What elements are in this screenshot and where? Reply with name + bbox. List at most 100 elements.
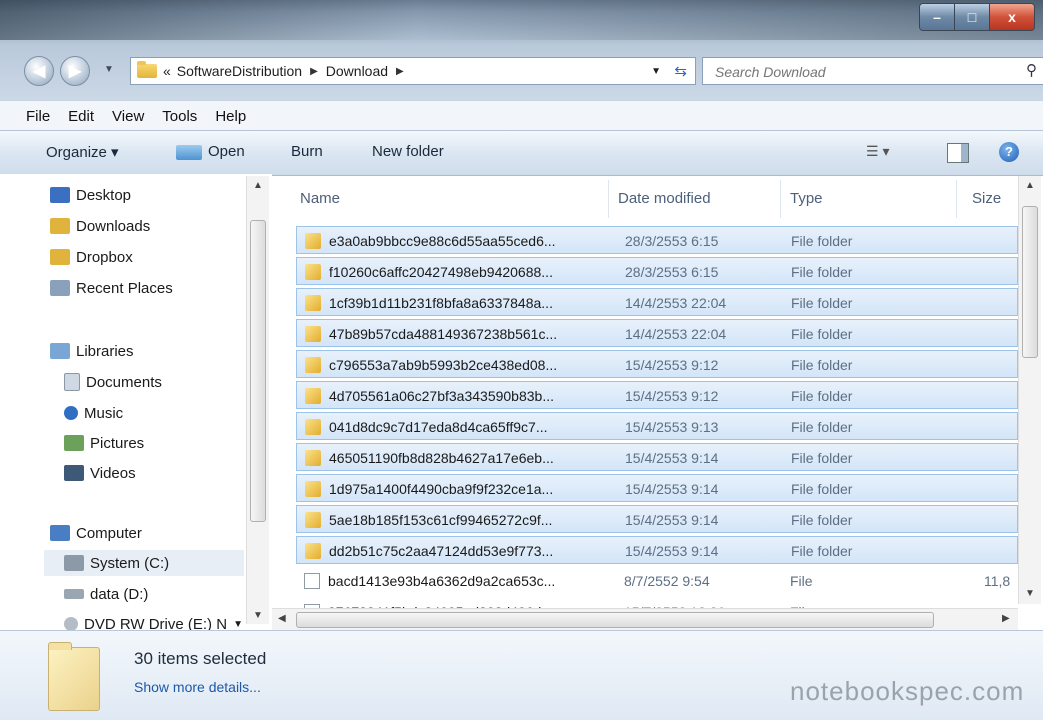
nav-item-dropbox[interactable]: Dropbox [50,244,133,270]
folder-icon [305,481,321,497]
nav-item-pictures[interactable]: Pictures [64,430,144,456]
nav-item-label: Videos [90,464,136,482]
nav-item-recent-places[interactable]: Recent Places [50,275,173,301]
menu-edit[interactable]: Edit [68,108,94,125]
nav-item-desktop[interactable]: Desktop [50,182,131,208]
file-row[interactable]: 5ae18b185f153c61cf99465272c9f... 15/4/255… [296,505,1018,533]
documents-icon [64,373,80,391]
file-list-vertical-scrollbar[interactable]: ▲ ▼ [1018,176,1041,604]
file-row[interactable]: 041d8dc9c7d17eda8d4ca65ff9c7... 15/4/2553… [296,412,1018,440]
file-type: File folder [791,357,853,373]
column-divider[interactable] [956,180,957,218]
downloads-folder-icon [50,218,70,234]
recent-pages-dropdown-icon[interactable]: ▼ [104,64,114,75]
nav-item-libraries[interactable]: Libraries [50,338,134,364]
file-row[interactable]: 465051190fb8d828b4627a17e6eb... 15/4/2553… [296,443,1018,471]
search-icon[interactable]: ⚲ [1026,61,1037,79]
burn-button[interactable]: Burn [291,143,323,160]
selection-folder-icon [48,642,100,711]
file-date: 14/4/2553 22:04 [625,295,727,311]
close-button[interactable]: x [989,4,1034,30]
nav-item-computer[interactable]: Computer [50,520,142,546]
scroll-down-icon[interactable]: ▼ [1025,588,1035,599]
file-row[interactable]: 4d705561a06c27bf3a343590b83b... 15/4/2553… [296,381,1018,409]
vertical-scrollbar-thumb[interactable] [1022,206,1038,358]
drive-c-icon [64,555,84,571]
scroll-right-icon[interactable]: ▶ [1002,613,1010,624]
file-row[interactable]: bacd1413e93b4a6362d9a2ca653c... 8/7/2552 … [296,567,1018,595]
folder-icon [305,326,321,342]
music-icon [64,406,78,420]
file-row[interactable]: f10260c6affc20427498eb9420688... 28/3/255… [296,257,1018,285]
open-button[interactable]: Open [176,143,245,160]
menu-tools[interactable]: Tools [162,108,197,125]
column-type[interactable]: Type [790,190,823,207]
menu-help[interactable]: Help [215,108,246,125]
file-row[interactable]: dd2b51c75c2aa47124dd53e9f773... 15/4/2553… [296,536,1018,564]
scroll-up-icon[interactable]: ▲ [253,180,263,191]
column-divider[interactable] [780,180,781,218]
file-date: 15/4/2553 9:13 [625,419,719,435]
file-list-horizontal-scrollbar[interactable]: ◀ ▶ [272,608,1018,631]
file-name: 4d705561a06c27bf3a343590b83b... [329,388,554,404]
maximize-button[interactable]: □ [954,4,989,30]
file-date: 15/4/2553 9:12 [625,388,719,404]
forward-button[interactable]: ▶ [60,56,90,86]
minimize-button[interactable]: – [920,4,954,30]
folder-icon [305,357,321,373]
nav-item-data-d[interactable]: data (D:) [64,581,148,607]
nav-item-system-c[interactable]: System (C:) [44,550,244,576]
nav-item-music[interactable]: Music [64,400,123,426]
breadcrumb-softwaredistribution[interactable]: SoftwareDistribution [177,63,302,79]
folder-icon [305,450,321,466]
nav-item-label: Downloads [76,217,151,235]
open-icon [176,144,202,160]
column-date-modified[interactable]: Date modified [618,190,711,207]
column-divider[interactable] [608,180,609,218]
breadcrumb-separator-icon[interactable]: ▶ [396,66,404,77]
navigation-pane: Desktop Downloads Dropbox Recent Places … [0,174,272,633]
file-row[interactable]: e3a0ab9bbcc9e88c6d55aa55ced6... 28/3/2553… [296,226,1018,254]
menu-view[interactable]: View [112,108,144,125]
selection-count: 30 items selected [134,649,267,668]
nav-item-downloads[interactable]: Downloads [50,213,150,239]
show-more-details-link[interactable]: Show more details... [134,679,261,695]
nav-item-label: Dropbox [76,248,133,266]
breadcrumb-download[interactable]: Download [326,63,388,79]
menu-file[interactable]: File [26,108,50,125]
scroll-up-icon[interactable]: ▲ [1025,180,1035,191]
pictures-icon [64,435,84,451]
horizontal-scrollbar-thumb[interactable] [296,612,934,628]
file-date: 15/4/2553 9:14 [625,512,719,528]
column-name[interactable]: Name [300,190,340,207]
menu-bar: File Edit View Tools Help [0,100,1043,131]
nav-pane-scrollbar[interactable]: ▲ ▼ [246,176,269,624]
back-button[interactable]: ◀ [24,56,54,86]
desktop-icon [50,187,70,203]
file-row[interactable]: 1cf39b1d11b231f8bfa8a6337848a... 14/4/255… [296,288,1018,316]
file-row[interactable]: 1d975a1400f4490cba9f9f232ce1a... 15/4/255… [296,474,1018,502]
scroll-left-icon[interactable]: ◀ [278,613,286,624]
refresh-icon[interactable]: ⇆ [674,62,687,80]
breadcrumb-separator-icon[interactable]: ▶ [310,66,318,77]
new-folder-button[interactable]: New folder [372,143,444,160]
nav-item-videos[interactable]: Videos [64,460,136,486]
column-size[interactable]: Size [972,190,1001,207]
file-type: File folder [791,481,853,497]
address-bar[interactable]: « SoftwareDistribution ▶ Download ▶ ▼ ⇆ [130,57,696,85]
nav-scroll-down-icon[interactable]: ▼ [233,619,243,630]
nav-item-label: data (D:) [90,585,149,603]
file-name: dd2b51c75c2aa47124dd53e9f773... [329,543,554,559]
breadcrumb-overflow[interactable]: « [163,63,171,79]
view-options-icon[interactable]: ☰ ▾ [866,143,889,160]
file-row[interactable]: 47b89b57cda488149367238b561c... 14/4/2553… [296,319,1018,347]
nav-scrollbar-thumb[interactable] [250,220,266,522]
help-icon[interactable]: ? [999,142,1019,162]
search-input[interactable] [713,59,1017,85]
scroll-down-icon[interactable]: ▼ [253,610,263,621]
organize-button[interactable]: Organize ▾ [46,143,119,161]
address-dropdown-icon[interactable]: ▼ [651,66,661,77]
file-row[interactable]: c796553a7ab9b5993b2ce438ed08... 15/4/2553… [296,350,1018,378]
preview-pane-icon[interactable] [947,143,969,163]
nav-item-documents[interactable]: Documents [64,369,162,395]
